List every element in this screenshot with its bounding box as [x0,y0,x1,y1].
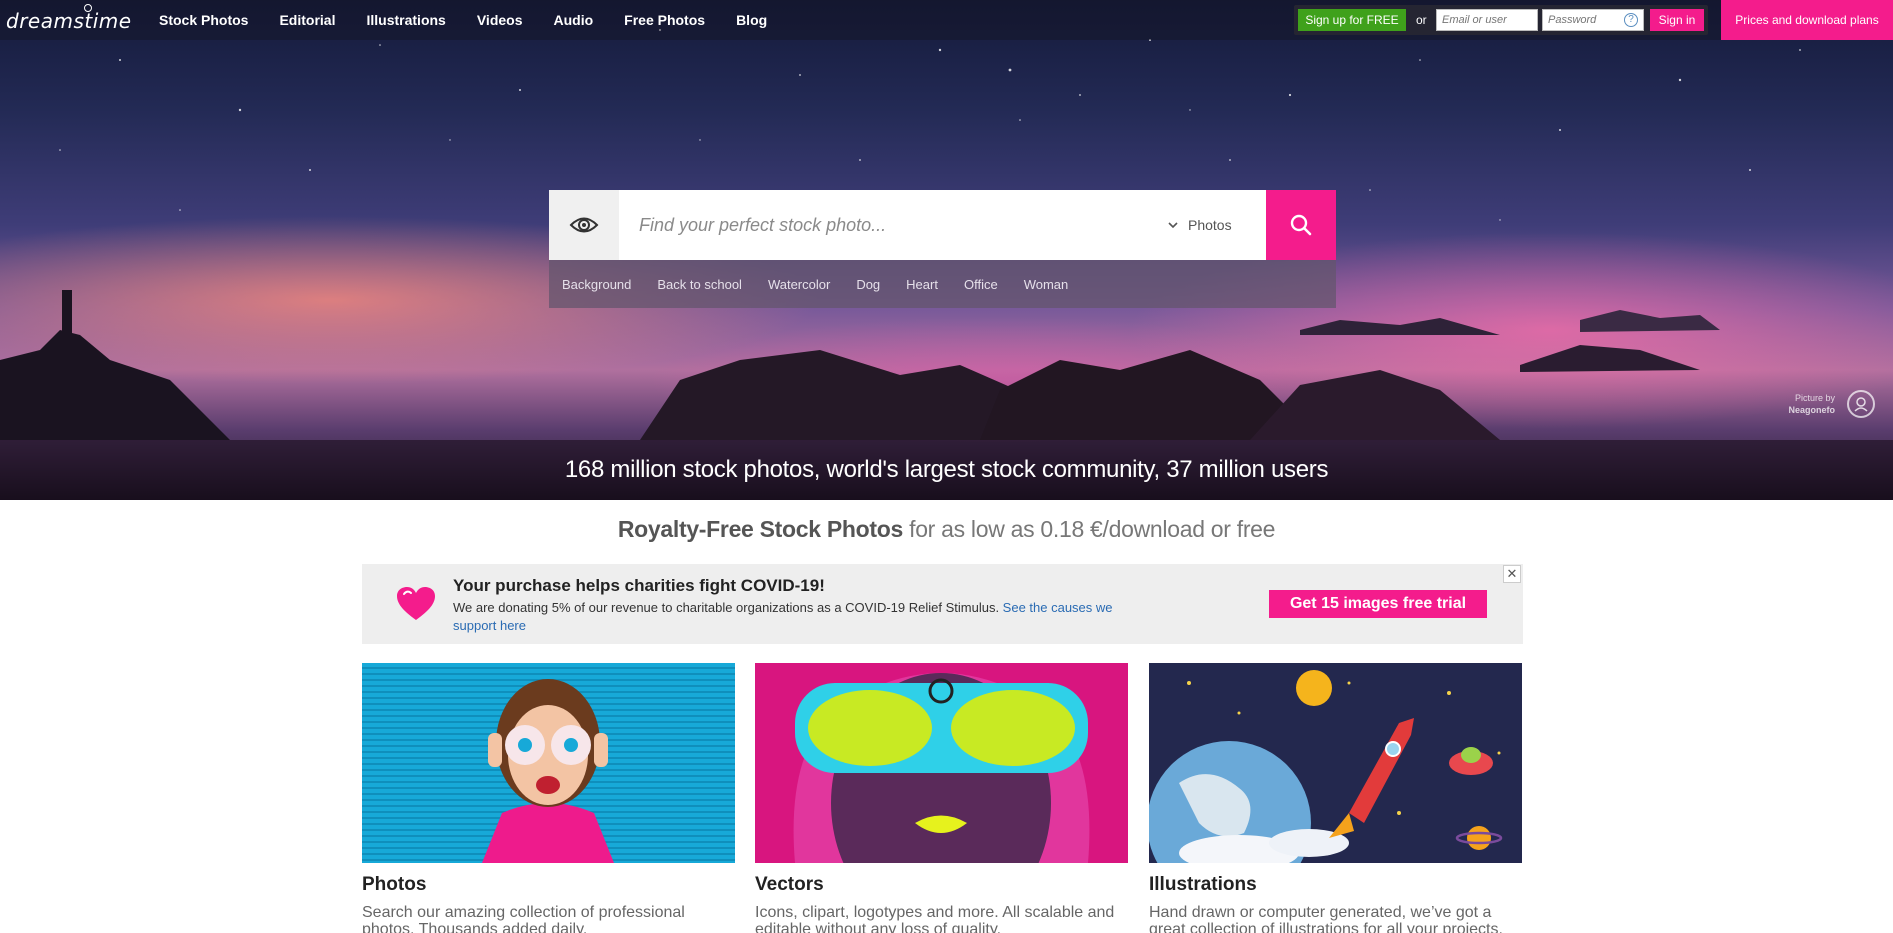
island-silhouettes [0,290,1720,440]
nav-free-photos[interactable]: Free Photos [624,12,705,28]
tag-background[interactable]: Background [562,277,631,292]
tagline-bold: Royalty-Free Stock Photos [617,516,904,542]
prices-button[interactable]: Prices and download plans [1721,0,1893,40]
search-input[interactable] [619,190,1119,260]
card-desc-vectors: Icons, clipart, logotypes and more. All … [755,904,1115,933]
visual-search-button[interactable] [549,190,619,260]
card-title-photos[interactable]: Photos [362,874,735,896]
vectors-thumbnail[interactable] [755,663,1128,863]
hero-caption: 168 million stock photos, world's larges… [564,456,1329,483]
tagline: Royalty-Free Stock Photos for as low as … [0,516,1893,543]
or-label: or [1416,13,1427,27]
search-button[interactable] [1266,190,1336,260]
illustrations-thumbnail[interactable] [1149,663,1522,863]
tag-office[interactable]: Office [964,277,998,292]
media-type-select[interactable]: Photos [1156,190,1266,260]
covid-title: Your purchase helps charities fight COVI… [453,576,825,595]
eye-icon [569,217,599,233]
tag-watercolor[interactable]: Watercolor [768,277,830,292]
main-nav: Stock Photos Editorial Illustrations Vid… [159,0,798,40]
photo-credit[interactable]: Picture by Neagonefo [1788,392,1835,416]
category-cards: Photos Search our amazing collection of … [362,663,1523,933]
nav-editorial[interactable]: Editorial [279,12,335,28]
nav-illustrations[interactable]: Illustrations [366,12,445,28]
popular-searches: Background Back to school Watercolor Dog… [549,260,1336,308]
card-title-vectors[interactable]: Vectors [755,874,1128,896]
search-panel: Photos Background Back to school Waterco… [549,190,1336,308]
tag-back-to-school[interactable]: Back to school [657,277,742,292]
nav-stock-photos[interactable]: Stock Photos [159,12,248,28]
email-field[interactable] [1436,9,1538,31]
chevron-down-icon [1168,222,1178,229]
signup-button[interactable]: Sign up for FREE [1298,9,1406,31]
logo-mark-icon [84,4,92,12]
help-icon[interactable]: ? [1624,13,1638,27]
photos-thumbnail[interactable] [362,663,735,863]
credit-label: Picture by [1794,393,1835,403]
tag-woman[interactable]: Woman [1024,277,1069,292]
nav-audio[interactable]: Audio [554,12,594,28]
tag-dog[interactable]: Dog [856,277,880,292]
media-type-value: Photos [1188,217,1232,233]
heart-icon [397,587,435,620]
nav-videos[interactable]: Videos [477,12,523,28]
card-vectors[interactable]: Vectors Icons, clipart, logotypes and mo… [755,663,1128,933]
search-icon [1290,214,1312,236]
card-desc-photos: Search our amazing collection of profess… [362,904,685,933]
dreamstime-logo[interactable]: dreamstime [6,9,132,33]
covid-banner: Your purchase helps charities fight COVI… [362,564,1523,644]
tag-heart[interactable]: Heart [906,277,938,292]
signin-button[interactable]: Sign in [1650,9,1704,31]
free-trial-button[interactable]: Get 15 images free trial [1269,590,1487,618]
card-illustrations[interactable]: Illustrations Hand drawn or computer gen… [1149,663,1522,933]
card-photos[interactable]: Photos Search our amazing collection of … [362,663,735,933]
covid-text: We are donating 5% of our revenue to cha… [453,600,1113,633]
close-icon[interactable]: ✕ [1503,565,1521,583]
card-title-illustrations[interactable]: Illustrations [1149,874,1522,896]
nav-blog[interactable]: Blog [736,12,767,28]
card-desc-illustrations: Hand drawn or computer generated, we’ve … [1149,904,1503,933]
author-avatar-icon[interactable] [1847,390,1875,418]
tagline-rest: for as low as 0.18 €/download or free [903,516,1276,542]
credit-author: Neagonefo [1788,405,1835,415]
